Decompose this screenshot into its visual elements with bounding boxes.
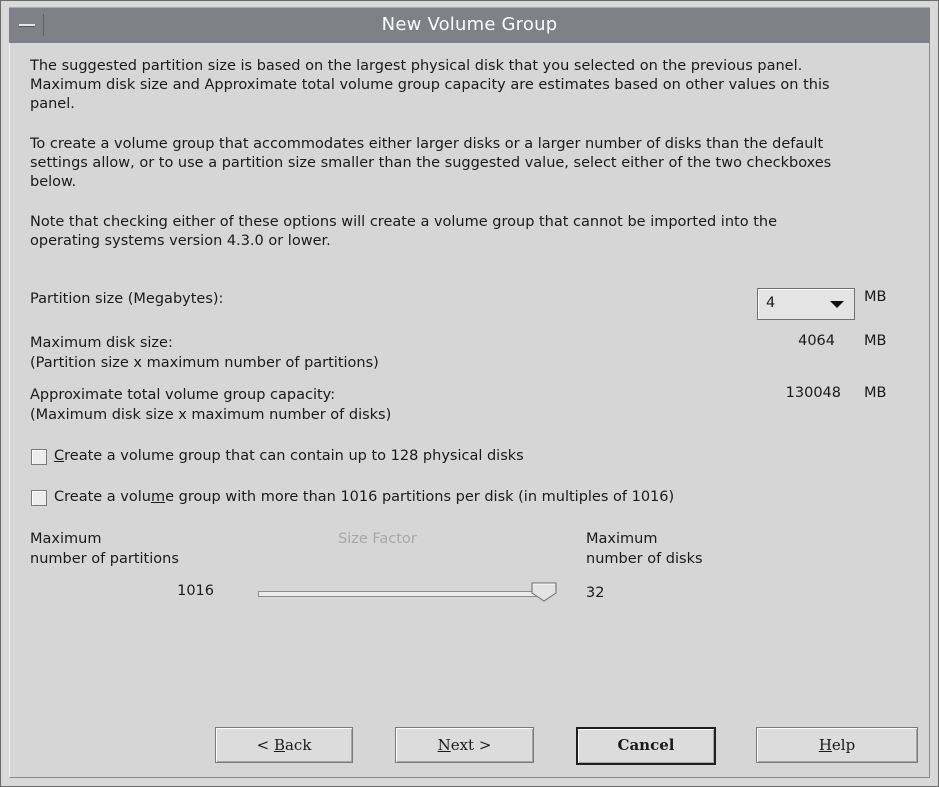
window-title: New Volume Group (381, 14, 558, 35)
cancel-button[interactable]: Cancel (576, 727, 716, 765)
capacity-label: Approximate total volume group capacity: (30, 387, 336, 403)
max-disks-value: 32 (586, 585, 605, 601)
more-partitions-checkbox[interactable] (31, 490, 47, 506)
intro-paragraph-1: The suggested partition size is based on… (30, 58, 830, 112)
dialog-window: New Volume Group The suggested partition… (0, 0, 939, 787)
max-disk-size-formula: (Partition size x maximum number of part… (30, 355, 379, 371)
max-disks-heading-line2: number of disks (586, 551, 703, 567)
more-partitions-checkbox-label[interactable]: Create a volume group with more than 101… (54, 487, 674, 507)
size-factor-slider-track[interactable] (258, 591, 540, 597)
next-button-mnemonic: N (437, 736, 451, 754)
capacity-value: 130048 (785, 385, 841, 401)
partition-size-label: Partition size (Megabytes): (30, 291, 224, 307)
capacity-formula: (Maximum disk size x maximum number of d… (30, 407, 392, 423)
help-button-mnemonic: H (818, 736, 832, 754)
back-button-mnemonic: B (273, 736, 285, 754)
back-button-text: ack (284, 736, 312, 754)
size-factor-slider-thumb[interactable] (531, 582, 557, 602)
chevron-down-icon (830, 301, 844, 308)
next-button[interactable]: Next > (395, 727, 534, 763)
large-disks-mnemonic: C (54, 448, 65, 464)
size-factor-label: Size Factor (338, 531, 417, 547)
intro-paragraph-3: Note that checking either of these optio… (30, 214, 777, 249)
more-partitions-label-pre: Create a volu (54, 489, 151, 505)
partition-size-dropdown[interactable]: 4 (757, 288, 855, 320)
help-button[interactable]: Help (756, 727, 918, 763)
title-bar[interactable]: New Volume Group (9, 7, 930, 45)
max-disk-size-label: Maximum disk size: (30, 335, 173, 351)
intro-paragraph-2: To create a volume group that accommodat… (30, 136, 832, 190)
more-partitions-mnemonic: m (150, 489, 166, 505)
max-disks-heading-line1: Maximum (586, 531, 658, 547)
dialog-content: The suggested partition size is based on… (9, 43, 930, 778)
max-disk-size-unit: MB (864, 333, 887, 349)
help-button-text: elp (831, 736, 856, 754)
back-button[interactable]: < Back (215, 727, 353, 763)
max-disk-size-value: 4064 (798, 333, 835, 349)
large-disks-label-text: reate a volume group that can contain up… (64, 448, 524, 464)
large-disks-checkbox-label[interactable]: Create a volume group that can contain u… (54, 446, 524, 466)
back-button-prefix: < (256, 736, 274, 754)
large-disks-checkbox[interactable] (31, 449, 47, 465)
partition-size-unit: MB (864, 289, 887, 305)
partition-size-value: 4 (766, 295, 776, 311)
more-partitions-label-post: e group with more than 1016 partitions p… (165, 489, 675, 505)
max-partitions-value: 1016 (177, 583, 214, 599)
max-partitions-heading-line1: Maximum (30, 531, 102, 547)
capacity-unit: MB (864, 385, 887, 401)
max-partitions-heading-line2: number of partitions (30, 551, 179, 567)
next-button-text: ext > (450, 736, 492, 754)
